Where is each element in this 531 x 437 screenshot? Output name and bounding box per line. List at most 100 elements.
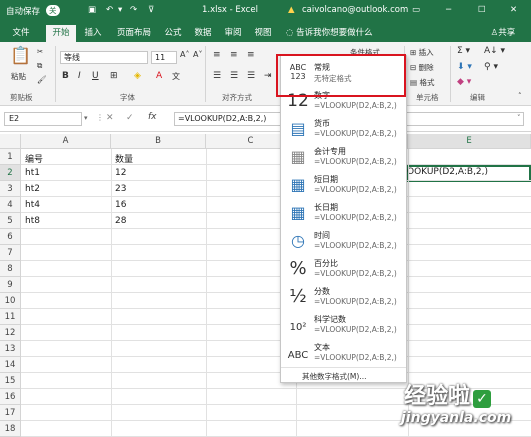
format-painter-icon[interactable]: 🖌 [37, 75, 47, 84]
cell-a5[interactable]: ht8 [22, 216, 40, 226]
share-button[interactable]: ♙共享 [480, 25, 526, 42]
customize-toolbar-icon[interactable]: ⊽ [148, 5, 154, 15]
sort-filter-icon[interactable]: A↓ ▾ [484, 46, 505, 56]
insert-function-icon[interactable]: fx [148, 112, 157, 122]
row-header-11[interactable]: 11 [0, 309, 21, 325]
tab-home[interactable]: 开始 [46, 25, 76, 42]
align-bottom-icon[interactable]: ≡ [247, 50, 255, 60]
format-option-scientific[interactable]: 10² 科学记数 =VLOOKUP(D2,A:B,2,) [281, 312, 406, 339]
collapse-ribbon-icon[interactable]: ˄ [518, 92, 522, 100]
column-header-e[interactable]: E [408, 134, 531, 149]
row-header-18[interactable]: 18 [0, 421, 21, 437]
phonetic-icon[interactable]: 文 [172, 71, 180, 82]
paste-label[interactable]: 粘贴 [11, 71, 26, 82]
cell-b4[interactable]: 16 [112, 200, 126, 210]
account-email[interactable]: caivolcano@outlook.com [302, 5, 408, 15]
ribbon-display-icon[interactable]: ▭ [412, 5, 420, 15]
font-size-select[interactable]: 11 [151, 51, 177, 64]
underline-button[interactable]: U [92, 71, 99, 81]
row-header-2[interactable]: 2 [0, 165, 21, 181]
minimize-icon[interactable]: ─ [446, 5, 451, 15]
cancel-icon[interactable]: ✕ [106, 113, 114, 123]
redo-icon[interactable]: ↷ [130, 5, 137, 15]
indent-icon[interactable]: ⇥ [264, 71, 272, 81]
format-option-accounting[interactable]: ▦ 会计专用 =VLOOKUP(D2,A:B,2,) [281, 144, 406, 171]
row-header-14[interactable]: 14 [0, 357, 21, 373]
row-header-6[interactable]: 6 [0, 229, 21, 245]
row-header-1[interactable]: 1 [0, 149, 21, 165]
cell-a2[interactable]: ht1 [22, 168, 40, 178]
format-option-long-date[interactable]: ▦ 长日期 =VLOOKUP(D2,A:B,2,) [281, 200, 406, 227]
confirm-icon[interactable]: ✓ [126, 113, 134, 123]
row-header-5[interactable]: 5 [0, 213, 21, 229]
italic-button[interactable]: I [78, 71, 81, 81]
format-option-currency[interactable]: ▤ 货币 =VLOOKUP(D2,A:B,2,) [281, 116, 406, 143]
format-option-percentage[interactable]: % 百分比 =VLOOKUP(D2,A:B,2,) [281, 256, 406, 283]
bold-button[interactable]: B [62, 71, 69, 81]
undo-icon[interactable]: ↶ [106, 5, 113, 15]
format-option-short-date[interactable]: ▦ 短日期 =VLOOKUP(D2,A:B,2,) [281, 172, 406, 199]
format-cells-button[interactable]: ▤ 格式 [410, 77, 434, 88]
grow-font-icon[interactable]: A˄ [180, 50, 189, 59]
row-header-15[interactable]: 15 [0, 373, 21, 389]
tab-page-layout[interactable]: 页面布局 [110, 25, 158, 42]
row-header-3[interactable]: 3 [0, 181, 21, 197]
font-name-select[interactable]: 等线 [60, 51, 148, 64]
border-icon[interactable]: ⊞ [110, 71, 118, 81]
tab-review[interactable]: 审阅 [220, 25, 246, 42]
row-header-13[interactable]: 13 [0, 341, 21, 357]
row-header-9[interactable]: 9 [0, 277, 21, 293]
cut-icon[interactable]: ✂ [37, 47, 43, 56]
format-option-time[interactable]: ◷ 时间 =VLOOKUP(D2,A:B,2,) [281, 228, 406, 255]
fill-color-icon[interactable]: ◈ [134, 71, 141, 81]
cell-a4[interactable]: ht4 [22, 200, 40, 210]
column-header-a[interactable]: A [21, 134, 111, 149]
autosave-toggle[interactable]: 关 [46, 5, 60, 16]
column-header-b[interactable]: B [111, 134, 206, 149]
shrink-font-icon[interactable]: A˅ [193, 50, 202, 59]
autosum-icon[interactable]: Σ ▾ [457, 46, 470, 56]
font-color-icon[interactable]: A [156, 71, 162, 81]
copy-icon[interactable]: ⧉ [37, 61, 42, 71]
undo-dropdown-icon[interactable]: ▾ [118, 5, 122, 15]
name-box-dropdown-icon[interactable]: ▾ [84, 114, 88, 122]
tab-formulas[interactable]: 公式 [160, 25, 186, 42]
save-icon[interactable]: ▣ [88, 5, 96, 15]
format-option-text[interactable]: ABC 文本 =VLOOKUP(D2,A:B,2,) [281, 340, 406, 367]
cell-b3[interactable]: 23 [112, 184, 126, 194]
cell-b2[interactable]: 12 [112, 168, 126, 178]
format-option-fraction[interactable]: ½ 分数 =VLOOKUP(D2,A:B,2,) [281, 284, 406, 311]
cell-a3[interactable]: ht2 [22, 184, 40, 194]
expand-formula-icon[interactable]: ˅ [517, 114, 521, 122]
clear-icon[interactable]: ◆ ▾ [457, 77, 471, 87]
align-top-icon[interactable]: ≡ [213, 50, 221, 60]
paste-icon[interactable]: 📋 [10, 46, 31, 66]
tell-me-box[interactable]: ◌ 告诉我你想要做什么 [286, 25, 416, 42]
align-right-icon[interactable]: ☰ [247, 71, 255, 81]
cell-e2[interactable]: OOKUP(D2,A:B,2,) [404, 167, 488, 177]
fill-icon[interactable]: ⬇ ▾ [457, 62, 472, 72]
align-middle-icon[interactable]: ≡ [230, 50, 238, 60]
tab-data[interactable]: 数据 [190, 25, 216, 42]
more-number-formats[interactable]: 其他数字格式(M)... [302, 371, 366, 382]
row-header-8[interactable]: 8 [0, 261, 21, 277]
row-header-12[interactable]: 12 [0, 325, 21, 341]
align-center-icon[interactable]: ☰ [230, 71, 238, 81]
tab-view[interactable]: 视图 [250, 25, 276, 42]
insert-cells-button[interactable]: ⊞ 插入 [410, 47, 434, 58]
row-header-16[interactable]: 16 [0, 389, 21, 405]
tab-insert[interactable]: 插入 [80, 25, 106, 42]
select-all-corner[interactable] [0, 134, 21, 149]
delete-cells-button[interactable]: ⊟ 删除 [410, 62, 434, 73]
row-header-4[interactable]: 4 [0, 197, 21, 213]
maximize-icon[interactable]: ☐ [478, 5, 486, 15]
close-icon[interactable]: ✕ [510, 5, 517, 15]
name-box[interactable]: E2 [4, 112, 82, 126]
row-header-10[interactable]: 10 [0, 293, 21, 309]
row-header-17[interactable]: 17 [0, 405, 21, 421]
row-header-7[interactable]: 7 [0, 245, 21, 261]
cell-b5[interactable]: 28 [112, 216, 126, 226]
tab-file[interactable]: 文件 [6, 25, 36, 42]
align-left-icon[interactable]: ☰ [213, 71, 221, 81]
find-select-icon[interactable]: ⚲ ▾ [484, 62, 498, 72]
